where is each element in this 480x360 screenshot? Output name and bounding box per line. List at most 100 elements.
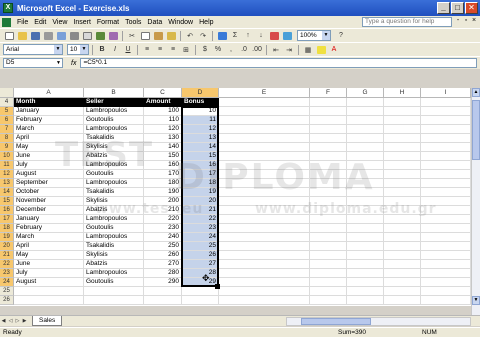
menu-window[interactable]: Window — [165, 19, 196, 26]
cell-g18[interactable] — [347, 224, 384, 233]
cell-b26[interactable] — [84, 296, 144, 305]
cell-bonus[interactable]: 25 — [182, 242, 219, 251]
cell-h24[interactable] — [384, 278, 421, 287]
cell-month[interactable]: July — [14, 269, 84, 278]
cell-g11[interactable] — [347, 161, 384, 170]
insert-function-icon[interactable]: fx — [71, 60, 76, 67]
cell-g20[interactable] — [347, 242, 384, 251]
help-search-input[interactable]: Type a question for help — [362, 17, 452, 27]
cell-g4[interactable] — [347, 98, 384, 107]
decrease-indent-icon[interactable]: ⇤ — [270, 44, 282, 55]
cell-bonus[interactable]: 22 — [182, 215, 219, 224]
cell-g8[interactable] — [347, 134, 384, 143]
cell-e4[interactable] — [219, 98, 310, 107]
cell-e6[interactable] — [219, 116, 310, 125]
cell-e9[interactable] — [219, 143, 310, 152]
autosum-icon[interactable]: Σ — [229, 30, 241, 41]
cell-month[interactable]: November — [14, 197, 84, 206]
cell-i11[interactable] — [421, 161, 471, 170]
cell-bonus[interactable]: 13 — [182, 134, 219, 143]
cell-bonus[interactable]: 15 — [182, 152, 219, 161]
paste-icon[interactable] — [152, 30, 164, 41]
row-header-20[interactable]: 20 — [0, 242, 14, 251]
bold-button[interactable]: B — [96, 44, 108, 55]
menu-file[interactable]: File — [14, 19, 31, 26]
row-header-11[interactable]: 11 — [0, 161, 14, 170]
cell-seller[interactable]: Skylisis — [84, 251, 144, 260]
cell-a25[interactable] — [14, 287, 84, 296]
cell-i14[interactable] — [421, 188, 471, 197]
cell-bonus[interactable]: 23 — [182, 224, 219, 233]
cell-h12[interactable] — [384, 170, 421, 179]
cell-i17[interactable] — [421, 215, 471, 224]
cell-f17[interactable] — [310, 215, 347, 224]
formula-input[interactable]: =C5*0.1 — [80, 58, 477, 68]
row-header-16[interactable]: 16 — [0, 206, 14, 215]
cell-amount[interactable]: 140 — [144, 143, 182, 152]
cell-month[interactable]: May — [14, 143, 84, 152]
cell-bonus[interactable]: 18 — [182, 179, 219, 188]
cell-amount[interactable]: 110 — [144, 116, 182, 125]
header-cell-b[interactable]: Seller — [84, 98, 144, 107]
cell-amount[interactable]: 260 — [144, 251, 182, 260]
cell-g10[interactable] — [347, 152, 384, 161]
column-header-d[interactable]: D — [182, 88, 219, 98]
cell-f26[interactable] — [310, 296, 347, 305]
cell-amount[interactable]: 230 — [144, 224, 182, 233]
row-header-6[interactable]: 6 — [0, 116, 14, 125]
cell-h23[interactable] — [384, 269, 421, 278]
cell-seller[interactable]: Lambropoulos — [84, 179, 144, 188]
cell-seller[interactable]: Tsakalidis — [84, 134, 144, 143]
cell-month[interactable]: August — [14, 278, 84, 287]
cell-i4[interactable] — [421, 98, 471, 107]
cell-e14[interactable] — [219, 188, 310, 197]
cell-f7[interactable] — [310, 125, 347, 134]
cell-seller[interactable]: Lambropoulos — [84, 107, 144, 116]
next-sheet-icon[interactable]: ▷ — [14, 317, 21, 325]
comma-style-icon[interactable]: , — [225, 44, 237, 55]
row-header-21[interactable]: 21 — [0, 251, 14, 260]
cell-month[interactable]: February — [14, 224, 84, 233]
cell-month[interactable]: October — [14, 188, 84, 197]
cell-b25[interactable] — [84, 287, 144, 296]
cell-amount[interactable]: 200 — [144, 197, 182, 206]
scroll-down-icon[interactable]: ▼ — [472, 296, 480, 305]
cell-h16[interactable] — [384, 206, 421, 215]
cell-h17[interactable] — [384, 215, 421, 224]
hyperlink-icon[interactable] — [216, 30, 228, 41]
cell-amount[interactable]: 290 — [144, 278, 182, 287]
cell-f6[interactable] — [310, 116, 347, 125]
cell-e23[interactable] — [219, 269, 310, 278]
cell-amount[interactable]: 210 — [144, 206, 182, 215]
row-header-19[interactable]: 19 — [0, 233, 14, 242]
cell-f10[interactable] — [310, 152, 347, 161]
last-sheet-icon[interactable]: ▶ — [21, 317, 28, 325]
cell-i13[interactable] — [421, 179, 471, 188]
cell-e11[interactable] — [219, 161, 310, 170]
cell-g22[interactable] — [347, 260, 384, 269]
cell-seller[interactable]: Skylisis — [84, 197, 144, 206]
underline-button[interactable]: U — [122, 44, 134, 55]
cell-amount[interactable]: 120 — [144, 125, 182, 134]
column-header-a[interactable]: A — [14, 88, 84, 98]
row-header-15[interactable]: 15 — [0, 197, 14, 206]
row-header-26[interactable]: 26 — [0, 296, 14, 305]
header-cell-a[interactable]: Month — [14, 98, 84, 107]
cell-seller[interactable]: Lambropoulos — [84, 269, 144, 278]
new-icon[interactable] — [3, 30, 15, 41]
cell-amount[interactable]: 170 — [144, 170, 182, 179]
cell-amount[interactable]: 250 — [144, 242, 182, 251]
cell-seller[interactable]: Lambropoulos — [84, 233, 144, 242]
cell-h8[interactable] — [384, 134, 421, 143]
cell-h21[interactable] — [384, 251, 421, 260]
column-header-e[interactable]: E — [219, 88, 310, 98]
font-color-icon[interactable]: A — [328, 44, 340, 55]
cell-d26[interactable] — [182, 296, 219, 305]
column-header-i[interactable]: I — [421, 88, 471, 98]
column-header-g[interactable]: G — [347, 88, 384, 98]
cell-seller[interactable]: Goutoulis — [84, 278, 144, 287]
cell-h5[interactable] — [384, 107, 421, 116]
cell-e12[interactable] — [219, 170, 310, 179]
cell-f18[interactable] — [310, 224, 347, 233]
cell-f23[interactable] — [310, 269, 347, 278]
